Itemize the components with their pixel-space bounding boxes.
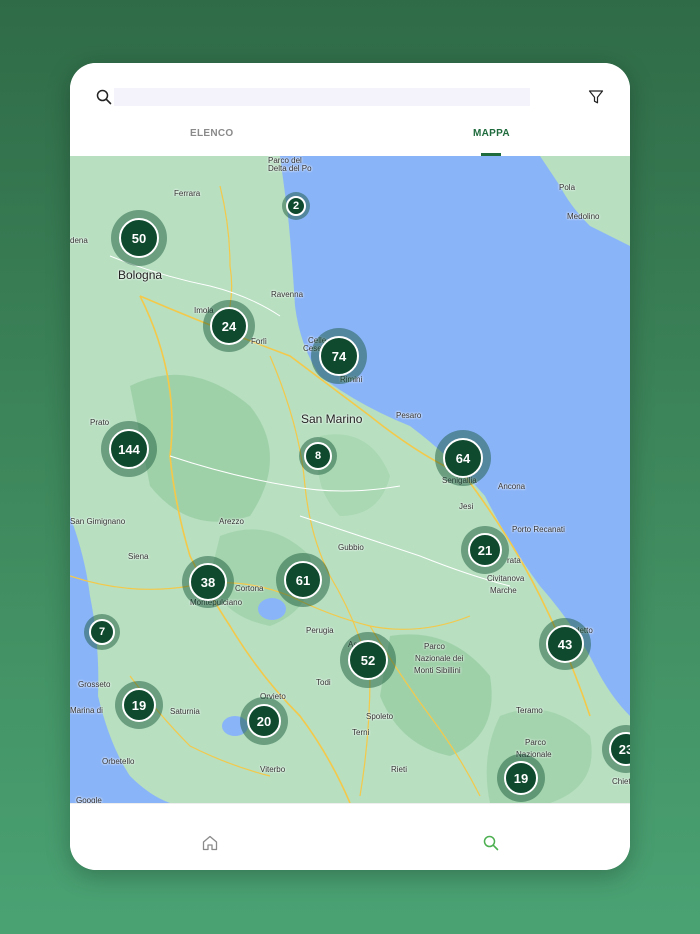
map-cluster-marker[interactable]: 8 [299, 437, 337, 475]
cluster-count: 74 [319, 336, 359, 376]
map-cluster-marker[interactable]: 74 [311, 328, 367, 384]
map-place-label: Parco [525, 738, 546, 747]
cluster-count: 2 [286, 196, 306, 216]
map-place-label: rata [507, 556, 521, 565]
cluster-count: 7 [89, 619, 115, 645]
map-cluster-marker[interactable]: 43 [539, 618, 591, 670]
cluster-count: 24 [210, 307, 248, 345]
map-place-label: Ravenna [271, 290, 304, 299]
map-place-label: Civitanova [487, 574, 525, 583]
map-place-label: Nazionale dei [415, 654, 464, 663]
search-input[interactable] [114, 88, 530, 106]
map-place-label: Cortona [235, 584, 264, 593]
map-place-label: Jesi [459, 502, 474, 511]
map-place-label: Marche [490, 586, 517, 595]
map-place-label: Porto Recanati [512, 525, 565, 534]
map-cluster-marker[interactable]: 38 [182, 556, 234, 608]
map-place-label: Saturnia [170, 707, 200, 716]
map-place-label: Grosseto [78, 680, 111, 689]
map-place-label: Teramo [516, 706, 543, 715]
cluster-count: 52 [348, 640, 388, 680]
map-place-label: dena [70, 236, 88, 245]
map-place-label: San Gimignano [70, 517, 126, 526]
map-cluster-marker[interactable]: 144 [101, 421, 157, 477]
cluster-count: 38 [189, 563, 227, 601]
map-place-label: Spoleto [366, 712, 394, 721]
map-place-label: Ancona [498, 482, 526, 491]
map-place-label: Ferrara [174, 189, 201, 198]
map-cluster-marker[interactable]: 19 [115, 681, 163, 729]
map-place-label: Delta del Po [268, 164, 312, 173]
cluster-count: 64 [443, 438, 483, 478]
map-view[interactable]: Parco del Delta del Po Ferrara Bologna Raven… [70, 156, 630, 803]
filter-icon[interactable] [588, 89, 604, 105]
map-place-label: Medolino [567, 212, 600, 221]
map-cluster-marker[interactable]: 20 [240, 697, 288, 745]
map-place-label: Monti Sibillini [414, 666, 461, 675]
search-nav-icon[interactable] [482, 834, 500, 852]
tab-elenco[interactable]: ELENCO [190, 128, 233, 139]
map-cluster-marker[interactable]: 52 [340, 632, 396, 688]
cluster-count: 61 [284, 561, 322, 599]
top-bar: ELENCO MAPPA [70, 63, 630, 156]
map-place-label: Bologna [118, 268, 163, 282]
cluster-count: 20 [247, 704, 281, 738]
map-cluster-marker[interactable]: 19 [497, 754, 545, 802]
map-place-label: Arezzo [219, 517, 244, 526]
cluster-count: 50 [119, 218, 159, 258]
cluster-count: 144 [109, 429, 149, 469]
map-place-label: Todi [316, 678, 331, 687]
map-cluster-marker[interactable]: 24 [203, 300, 255, 352]
map-place-label: Prato [90, 418, 110, 427]
search-icon[interactable] [96, 89, 112, 105]
cluster-count: 8 [304, 442, 332, 470]
map-cluster-marker[interactable]: 21 [461, 526, 509, 574]
map-cluster-marker[interactable]: 50 [111, 210, 167, 266]
map-place-label: Siena [128, 552, 149, 561]
map-cluster-marker[interactable]: 7 [84, 614, 120, 650]
map-place-label: Rieti [391, 765, 408, 774]
map-place-label: Gubbio [338, 543, 364, 552]
home-icon[interactable] [201, 834, 219, 852]
cluster-count: 43 [546, 625, 584, 663]
cluster-count: 19 [504, 761, 538, 795]
map-place-label: Google [76, 796, 102, 803]
map-place-label: Parco [424, 642, 445, 651]
map-place-label: San Marino [301, 412, 363, 426]
map-cluster-marker[interactable]: 2 [282, 192, 310, 220]
map-place-label: Orbetello [102, 757, 135, 766]
app-window: ELENCO MAPPA Parco del Delta del Po Ferr… [70, 63, 630, 870]
map-place-label: Marina di [70, 706, 103, 715]
map-place-label: Pesaro [396, 411, 422, 420]
map-place-label: Viterbo [260, 765, 286, 774]
cluster-count: 21 [468, 533, 502, 567]
tab-mappa[interactable]: MAPPA [473, 128, 510, 139]
map-place-label: Forlì [251, 337, 267, 346]
map-cluster-marker[interactable]: 64 [435, 430, 491, 486]
map-place-label: Chieti [612, 777, 630, 786]
map-cluster-marker[interactable]: 61 [276, 553, 330, 607]
bottom-nav [70, 803, 630, 870]
map-place-label: Terni [352, 728, 370, 737]
cluster-count: 19 [122, 688, 156, 722]
map-place-label: Perugia [306, 626, 334, 635]
map-place-label: Pola [559, 183, 576, 192]
